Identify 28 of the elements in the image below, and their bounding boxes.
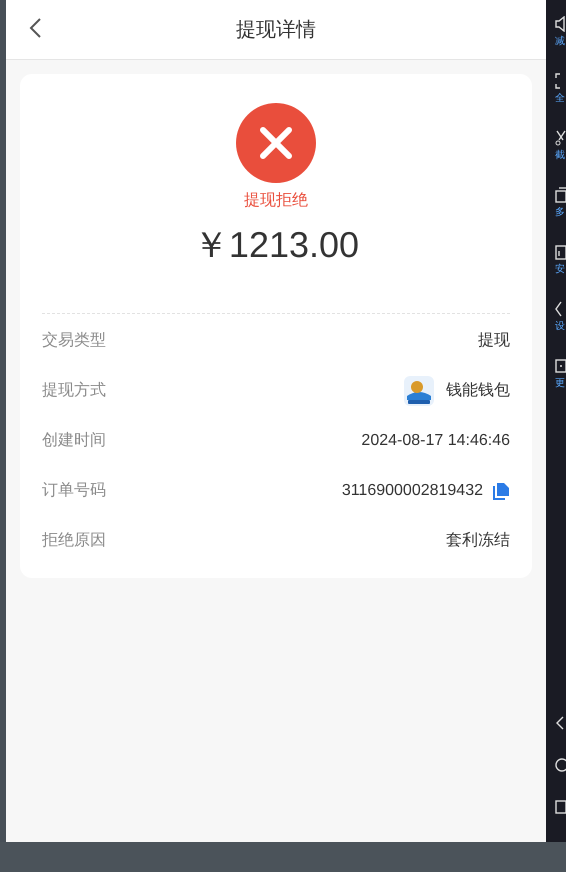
- scissors-icon[interactable]: [555, 130, 566, 146]
- field-label: 创建时间: [42, 430, 106, 451]
- back-icon[interactable]: [28, 17, 42, 39]
- window-icon[interactable]: [555, 187, 566, 203]
- toolbar-label[interactable]: 全: [555, 92, 565, 106]
- copy-icon[interactable]: [493, 482, 510, 500]
- speaker-icon[interactable]: [555, 16, 566, 32]
- field-value: 提现: [478, 331, 510, 351]
- status-text: 提现拒绝: [244, 191, 308, 211]
- toolbar-label[interactable]: 减: [555, 35, 565, 49]
- field-value: 套利冻结: [446, 530, 510, 551]
- field-label: 提现方式: [42, 380, 106, 401]
- amount-text: ￥1213.00: [192, 223, 360, 267]
- toolbar-label[interactable]: 更: [555, 377, 565, 391]
- app-logo-icon: [404, 376, 434, 406]
- field-value: 钱能钱包: [446, 381, 510, 401]
- field-value: 3116900002819432: [342, 481, 483, 501]
- toolbar-label[interactable]: 设: [555, 320, 565, 334]
- field-label: 交易类型: [42, 330, 106, 351]
- field-label: 订单号码: [42, 481, 106, 501]
- toolbar-label[interactable]: 截: [555, 149, 565, 163]
- recent-apps-icon[interactable]: [555, 800, 566, 814]
- field-value: 2024-08-17 14:46:46: [361, 431, 510, 451]
- page-title: 提现详情: [236, 18, 316, 42]
- toolbar-label[interactable]: 多: [555, 206, 565, 220]
- home-icon[interactable]: [555, 758, 566, 772]
- toolbar-label[interactable]: 安: [555, 263, 565, 277]
- field-label: 拒绝原因: [42, 531, 106, 551]
